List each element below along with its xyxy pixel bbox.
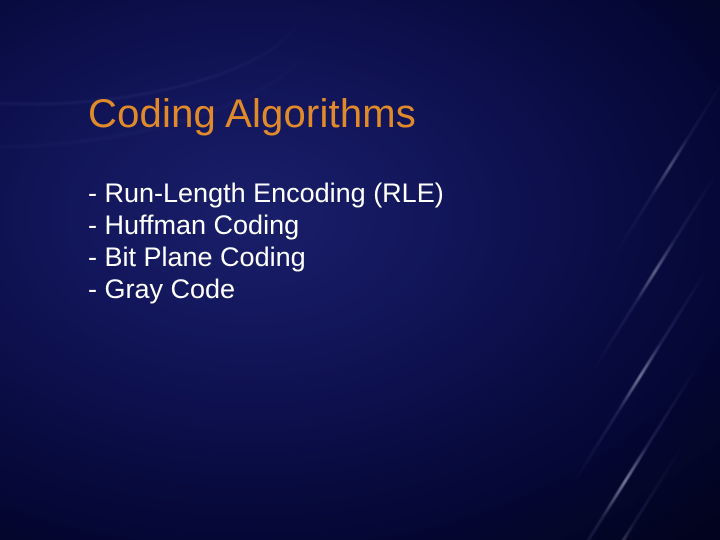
bullet-item: - Bit Plane Coding [88, 242, 444, 274]
decorative-streak [529, 433, 691, 540]
bullet-item: - Gray Code [88, 274, 444, 306]
slide: Coding Algorithms - Run-Length Encoding … [0, 0, 720, 540]
decorative-swoosh [0, 0, 318, 173]
slide-title: Coding Algorithms [88, 92, 416, 137]
decorative-streak [610, 72, 720, 260]
bullet-item: - Run-Length Encoding (RLE) [88, 178, 444, 210]
decorative-streak [590, 169, 720, 374]
bullet-item: - Huffman Coding [88, 210, 444, 242]
slide-body: - Run-Length Encoding (RLE) - Huffman Co… [88, 178, 444, 305]
